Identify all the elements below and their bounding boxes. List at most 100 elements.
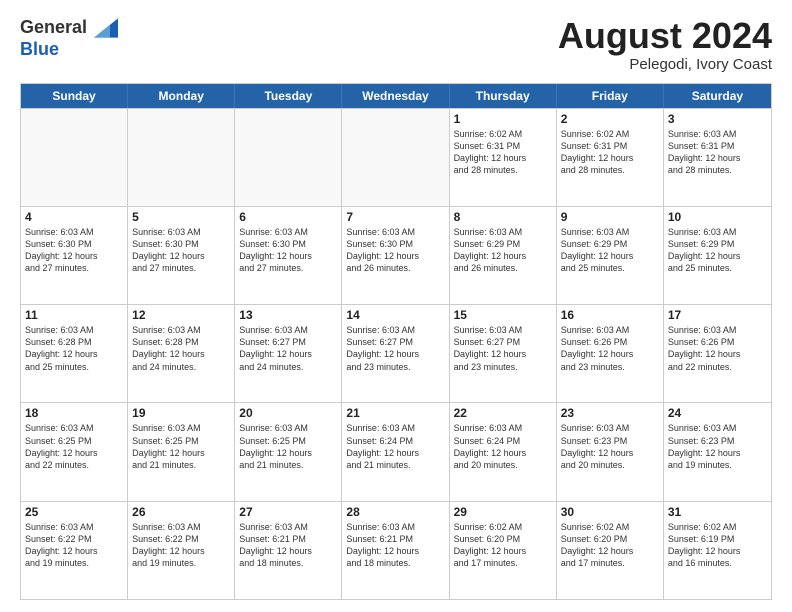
- calendar-cell: 29 Sunrise: 6:02 AM Sunset: 6:20 PM Dayli…: [450, 502, 557, 599]
- day-number: 11: [25, 308, 123, 322]
- calendar-cell: [21, 109, 128, 206]
- calendar-row-4: 18 Sunrise: 6:03 AM Sunset: 6:25 PM Dayli…: [21, 402, 771, 500]
- cell-info: Sunrise: 6:03 AM Sunset: 6:21 PM Dayligh…: [346, 521, 444, 570]
- calendar-cell: 2 Sunrise: 6:02 AM Sunset: 6:31 PM Daylig…: [557, 109, 664, 206]
- day-number: 30: [561, 505, 659, 519]
- calendar-cell: 3Sunrise: 6:03 AM Sunset: 6:31 PM Daylig…: [664, 109, 771, 206]
- cell-info: Sunrise: 6:03 AM Sunset: 6:25 PM Dayligh…: [132, 422, 230, 471]
- logo: General Blue: [20, 16, 118, 60]
- day-number: 8: [454, 210, 552, 224]
- calendar-cell: 15 Sunrise: 6:03 AM Sunset: 6:27 PM Dayli…: [450, 305, 557, 402]
- day-number: 20: [239, 406, 337, 420]
- calendar-cell: 17 Sunrise: 6:03 AM Sunset: 6:26 PM Dayli…: [664, 305, 771, 402]
- logo-icon: [94, 16, 118, 40]
- calendar-cell: 9 Sunrise: 6:03 AM Sunset: 6:29 PM Daylig…: [557, 207, 664, 304]
- day-number: 24: [668, 406, 767, 420]
- cell-info: Sunrise: 6:03 AM Sunset: 6:27 PM Dayligh…: [239, 324, 337, 373]
- cell-info: Sunrise: 6:03 AM Sunset: 6:25 PM Dayligh…: [239, 422, 337, 471]
- day-number: 19: [132, 406, 230, 420]
- calendar-cell: 26Sunrise: 6:03 AM Sunset: 6:22 PM Dayli…: [128, 502, 235, 599]
- cell-info: Sunrise: 6:03 AM Sunset: 6:28 PM Dayligh…: [25, 324, 123, 373]
- logo-blue: Blue: [20, 39, 59, 59]
- day-number: 26: [132, 505, 230, 519]
- calendar-cell: 22Sunrise: 6:03 AM Sunset: 6:24 PM Dayli…: [450, 403, 557, 500]
- calendar-cell: 12 Sunrise: 6:03 AM Sunset: 6:28 PM Dayli…: [128, 305, 235, 402]
- header-saturday: Saturday: [664, 84, 771, 108]
- calendar-cell: 30 Sunrise: 6:02 AM Sunset: 6:20 PM Dayli…: [557, 502, 664, 599]
- calendar-cell: 6 Sunrise: 6:03 AM Sunset: 6:30 PM Daylig…: [235, 207, 342, 304]
- calendar-row-2: 4 Sunrise: 6:03 AM Sunset: 6:30 PM Daylig…: [21, 206, 771, 304]
- cell-info: Sunrise: 6:03 AM Sunset: 6:30 PM Dayligh…: [239, 226, 337, 275]
- month-title: August 2024: [558, 16, 772, 56]
- calendar-cell: 27Sunrise: 6:03 AM Sunset: 6:21 PM Dayli…: [235, 502, 342, 599]
- day-number: 16: [561, 308, 659, 322]
- cell-info: Sunrise: 6:03 AM Sunset: 6:29 PM Dayligh…: [454, 226, 552, 275]
- cell-info: Sunrise: 6:03 AM Sunset: 6:25 PM Dayligh…: [25, 422, 123, 471]
- day-number: 17: [668, 308, 767, 322]
- header-friday: Friday: [557, 84, 664, 108]
- calendar-cell: 10Sunrise: 6:03 AM Sunset: 6:29 PM Dayli…: [664, 207, 771, 304]
- calendar-cell: 4Sunrise: 6:03 AM Sunset: 6:30 PM Daylig…: [21, 207, 128, 304]
- calendar-cell: 20 Sunrise: 6:03 AM Sunset: 6:25 PM Dayli…: [235, 403, 342, 500]
- title-block: August 2024 Pelegodi, Ivory Coast: [558, 16, 772, 73]
- day-number: 25: [25, 505, 123, 519]
- calendar: Sunday Monday Tuesday Wednesday Thursday…: [20, 83, 772, 600]
- calendar-row-3: 11 Sunrise: 6:03 AM Sunset: 6:28 PM Dayli…: [21, 304, 771, 402]
- header-thursday: Thursday: [450, 84, 557, 108]
- cell-info: Sunrise: 6:03 AM Sunset: 6:31 PM Dayligh…: [668, 128, 767, 177]
- calendar-cell: 11 Sunrise: 6:03 AM Sunset: 6:28 PM Dayli…: [21, 305, 128, 402]
- cell-info: Sunrise: 6:03 AM Sunset: 6:29 PM Dayligh…: [668, 226, 767, 275]
- page: General Blue August 2024 Pelegodi, Ivory…: [0, 0, 792, 612]
- calendar-row-5: 25Sunrise: 6:03 AM Sunset: 6:22 PM Dayli…: [21, 501, 771, 599]
- cell-info: Sunrise: 6:03 AM Sunset: 6:29 PM Dayligh…: [561, 226, 659, 275]
- day-number: 21: [346, 406, 444, 420]
- cell-info: Sunrise: 6:03 AM Sunset: 6:26 PM Dayligh…: [668, 324, 767, 373]
- calendar-cell: 14Sunrise: 6:03 AM Sunset: 6:27 PM Dayli…: [342, 305, 449, 402]
- calendar-cell: 21Sunrise: 6:03 AM Sunset: 6:24 PM Dayli…: [342, 403, 449, 500]
- day-number: 7: [346, 210, 444, 224]
- calendar-cell: [128, 109, 235, 206]
- header-tuesday: Tuesday: [235, 84, 342, 108]
- header-monday: Monday: [128, 84, 235, 108]
- day-number: 31: [668, 505, 767, 519]
- cell-info: Sunrise: 6:02 AM Sunset: 6:31 PM Dayligh…: [454, 128, 552, 177]
- calendar-cell: 19 Sunrise: 6:03 AM Sunset: 6:25 PM Dayli…: [128, 403, 235, 500]
- cell-info: Sunrise: 6:02 AM Sunset: 6:20 PM Dayligh…: [561, 521, 659, 570]
- calendar-cell: 25Sunrise: 6:03 AM Sunset: 6:22 PM Dayli…: [21, 502, 128, 599]
- calendar-body: 1Sunrise: 6:02 AM Sunset: 6:31 PM Daylig…: [21, 108, 771, 599]
- day-number: 29: [454, 505, 552, 519]
- calendar-cell: [342, 109, 449, 206]
- day-number: 14: [346, 308, 444, 322]
- cell-info: Sunrise: 6:03 AM Sunset: 6:23 PM Dayligh…: [561, 422, 659, 471]
- day-number: 13: [239, 308, 337, 322]
- cell-info: Sunrise: 6:03 AM Sunset: 6:21 PM Dayligh…: [239, 521, 337, 570]
- cell-info: Sunrise: 6:03 AM Sunset: 6:24 PM Dayligh…: [454, 422, 552, 471]
- calendar-cell: 1Sunrise: 6:02 AM Sunset: 6:31 PM Daylig…: [450, 109, 557, 206]
- calendar-cell: [235, 109, 342, 206]
- calendar-cell: 7Sunrise: 6:03 AM Sunset: 6:30 PM Daylig…: [342, 207, 449, 304]
- day-number: 15: [454, 308, 552, 322]
- day-number: 4: [25, 210, 123, 224]
- calendar-cell: 28 Sunrise: 6:03 AM Sunset: 6:21 PM Dayli…: [342, 502, 449, 599]
- day-number: 2: [561, 112, 659, 126]
- cell-info: Sunrise: 6:02 AM Sunset: 6:19 PM Dayligh…: [668, 521, 767, 570]
- day-number: 12: [132, 308, 230, 322]
- day-number: 18: [25, 406, 123, 420]
- cell-info: Sunrise: 6:03 AM Sunset: 6:26 PM Dayligh…: [561, 324, 659, 373]
- header-sunday: Sunday: [21, 84, 128, 108]
- header: General Blue August 2024 Pelegodi, Ivory…: [20, 16, 772, 73]
- cell-info: Sunrise: 6:02 AM Sunset: 6:31 PM Dayligh…: [561, 128, 659, 177]
- calendar-cell: 8 Sunrise: 6:03 AM Sunset: 6:29 PM Daylig…: [450, 207, 557, 304]
- day-number: 28: [346, 505, 444, 519]
- calendar-row-1: 1Sunrise: 6:02 AM Sunset: 6:31 PM Daylig…: [21, 108, 771, 206]
- cell-info: Sunrise: 6:03 AM Sunset: 6:27 PM Dayligh…: [454, 324, 552, 373]
- cell-info: Sunrise: 6:03 AM Sunset: 6:28 PM Dayligh…: [132, 324, 230, 373]
- day-number: 9: [561, 210, 659, 224]
- cell-info: Sunrise: 6:02 AM Sunset: 6:20 PM Dayligh…: [454, 521, 552, 570]
- calendar-cell: 5Sunrise: 6:03 AM Sunset: 6:30 PM Daylig…: [128, 207, 235, 304]
- location: Pelegodi, Ivory Coast: [558, 56, 772, 73]
- calendar-cell: 31 Sunrise: 6:02 AM Sunset: 6:19 PM Dayli…: [664, 502, 771, 599]
- day-number: 6: [239, 210, 337, 224]
- calendar-header: Sunday Monday Tuesday Wednesday Thursday…: [21, 84, 771, 108]
- calendar-cell: 23Sunrise: 6:03 AM Sunset: 6:23 PM Dayli…: [557, 403, 664, 500]
